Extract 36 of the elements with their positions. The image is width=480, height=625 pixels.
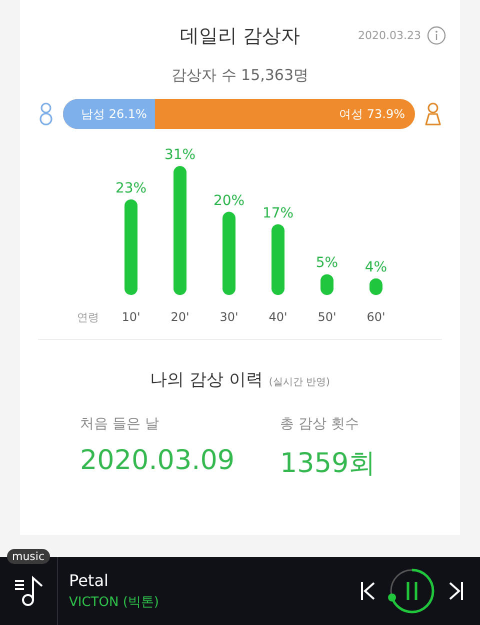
age-label: 40' <box>268 310 288 324</box>
section-note: (실시간 반영) <box>268 376 330 389</box>
age-label: 30' <box>220 310 238 324</box>
axis-label: 연령 <box>77 311 99 324</box>
listener-count: 감상자 수 15,363명 <box>171 66 309 85</box>
stat-label: 처음 들은 날 <box>80 415 160 433</box>
bar <box>272 224 284 295</box>
value-label: 20% <box>213 192 245 209</box>
playlist-icon[interactable] <box>13 573 45 609</box>
person-icon <box>39 102 53 126</box>
date-text: 2020.03.23 <box>358 29 421 42</box>
stat-value: 2020.03.09 <box>80 445 236 476</box>
male-ratio-label: 남성 26.1% <box>81 106 147 122</box>
song-title: Petal <box>69 571 110 590</box>
female-ratio-label: 여성 73.9% <box>339 106 405 122</box>
bar <box>370 278 382 295</box>
stat-value: 1359회 <box>280 447 376 481</box>
stat-label: 총 감상 횟수 <box>280 415 360 433</box>
section-title: 나의 감상 이력 <box>150 369 263 391</box>
age-label: 10' <box>122 310 140 324</box>
artist-name: VICTON (빅톤) <box>69 594 160 611</box>
card-title: 데일리 감상자 <box>180 24 300 49</box>
bar <box>320 274 334 295</box>
age-label: 50' <box>318 310 336 324</box>
value-label: 17% <box>262 205 294 222</box>
previous-icon[interactable] <box>360 580 376 602</box>
info-icon[interactable] <box>427 26 446 45</box>
value-label: 4% <box>364 259 388 276</box>
value-label: 31% <box>164 147 196 164</box>
value-label: 23% <box>115 180 147 196</box>
value-label: 5% <box>316 255 338 272</box>
music-badge: music <box>7 549 50 564</box>
next-icon[interactable] <box>448 580 464 602</box>
person-icon <box>425 102 441 126</box>
age-label: 20' <box>170 310 190 324</box>
age-label: 60' <box>366 310 386 324</box>
